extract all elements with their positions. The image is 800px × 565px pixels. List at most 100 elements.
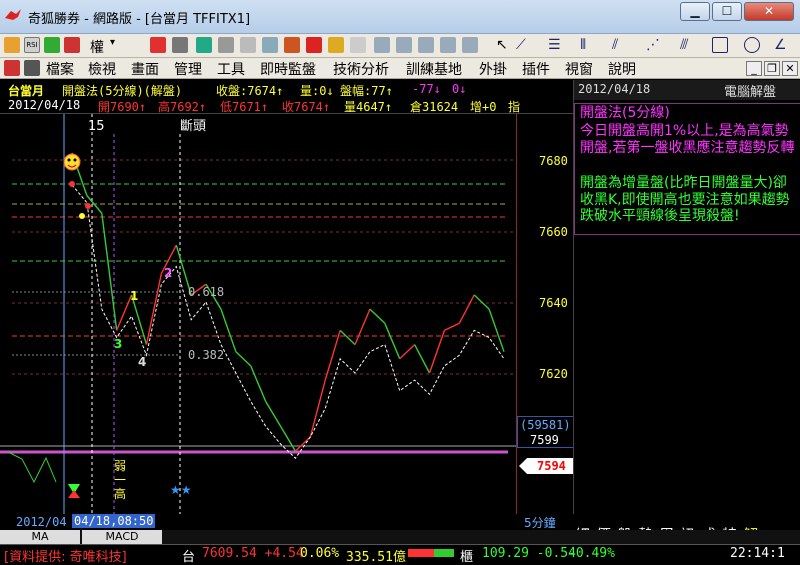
mode-selector[interactable]: 權 — [90, 37, 104, 57]
y-tick: 7660 — [539, 225, 568, 239]
fib-382-label: 0.382 — [188, 348, 224, 362]
indicator-tabs: MA MACD — [0, 530, 800, 544]
dropdown-arrow-icon[interactable]: ▾ — [110, 37, 126, 53]
maximize-button[interactable]: ☐ — [712, 2, 742, 21]
series-segment — [473, 294, 490, 310]
otc-pct: -0.49% — [568, 546, 615, 561]
menu-window[interactable]: 視窗 — [565, 59, 593, 79]
series-segment — [324, 330, 341, 381]
rsi-icon[interactable]: RSI — [24, 37, 40, 53]
book-icon[interactable] — [240, 37, 256, 53]
pencil-icon[interactable] — [328, 37, 344, 53]
doc-menu-icon[interactable] — [24, 60, 40, 76]
menu-file[interactable]: 檔案 — [46, 59, 74, 79]
wave-2-label: 2 — [164, 266, 172, 280]
menu-plugin[interactable]: 外掛 — [479, 59, 507, 79]
bar-oi-change: 增+0 — [470, 100, 497, 114]
menu-tools[interactable]: 工具 — [217, 59, 245, 79]
y-tick: 7620 — [539, 367, 568, 381]
cursor-time: 04/18,08:50 — [72, 514, 156, 528]
bar-tail: 指 — [508, 100, 521, 114]
red-dot-icon — [85, 203, 91, 209]
quote-info-bar: 台當月 開盤法(5分線)(解盤) 收盤:7674↑ 量:0↓ 盤幅:77↑ -7… — [0, 80, 573, 114]
alarm-icon[interactable] — [306, 37, 322, 53]
report-icon[interactable] — [196, 37, 212, 53]
change-summary: -77↓ — [412, 82, 441, 96]
data-source: [資料提供: 奇唯科技] — [4, 550, 127, 565]
channel-icon[interactable]: ⫻ — [680, 37, 696, 53]
bar-open: 開7690↑ — [98, 100, 147, 114]
series-segment — [309, 379, 326, 438]
series-line-prior — [7, 451, 57, 484]
break-label: 斷頭 — [180, 119, 206, 134]
chart-icon[interactable] — [150, 37, 166, 53]
menu-screen[interactable]: 畫面 — [131, 59, 159, 79]
sheet-icon[interactable] — [350, 37, 366, 53]
box-icon[interactable] — [262, 37, 278, 53]
series-segment — [279, 425, 297, 452]
app-menu-icon[interactable] — [4, 60, 20, 76]
index-pct: 0.06% — [300, 546, 340, 561]
bar-close: 收7674↑ — [282, 100, 331, 114]
bar-oi: 倉31624 — [410, 100, 459, 114]
menu-monitor[interactable]: 即時監盤 — [260, 59, 316, 79]
gear-icon[interactable] — [284, 37, 300, 53]
menu-bar: 檔案 檢視 畫面 管理 工具 即時監盤 技術分析 訓練基地 外掛 插件 視窗 說… — [0, 58, 800, 79]
vline-icon[interactable]: ⦀ — [580, 37, 596, 53]
mdi-close-button[interactable]: ✕ — [782, 61, 798, 76]
panel-header: 2012/04/18 電腦解盤 — [574, 80, 800, 100]
minimize-button[interactable]: ▁ — [680, 2, 710, 21]
menu-manage[interactable]: 管理 — [174, 59, 202, 79]
bar-low: 低7671↑ — [220, 100, 269, 114]
fib-icon[interactable]: ⋰ — [646, 37, 662, 53]
mdi-minimize-button[interactable]: _ — [746, 61, 762, 76]
cursor-icon[interactable]: ↖ — [496, 37, 512, 53]
fox-logo-icon — [5, 9, 21, 20]
panel-icon[interactable] — [396, 37, 412, 53]
menu-help[interactable]: 說明 — [608, 59, 636, 79]
layout-icon[interactable] — [440, 37, 456, 53]
image-icon[interactable] — [462, 37, 478, 53]
menu-analysis[interactable]: 技術分析 — [333, 59, 389, 79]
rectangle-icon[interactable] — [712, 37, 728, 53]
series-segment — [428, 330, 446, 374]
copy-icon[interactable] — [218, 37, 234, 53]
close-button[interactable]: ✕ — [744, 2, 794, 21]
hline-icon[interactable]: ☰ — [548, 37, 564, 53]
axis-date: 2012/04 — [16, 515, 67, 529]
message-box: 開盤法(5分線) 今日開盤高開1%以上,是為高氣勢開盤,若第一盤收黑應注意趨勢反… — [574, 103, 800, 235]
wave-4-label: 4 — [138, 355, 146, 369]
ellipse-icon[interactable] — [744, 37, 760, 53]
price-chart[interactable]: 15 斷頭 0.618 0.382 1 2 3 4 弱 一 高 ★★ — [0, 114, 573, 514]
glasses-icon[interactable] — [172, 37, 188, 53]
clock: 22:14:1 — [730, 546, 785, 561]
down-bar-icon — [434, 549, 454, 557]
smiley-icon — [63, 153, 81, 171]
window-title: 奇狐勝券 - 網路版 - [台當月 TFFITX1] — [28, 12, 251, 27]
fan-icon[interactable]: ⫽ — [612, 37, 628, 53]
panel-title: 電腦解盤 — [724, 85, 777, 100]
menu-view[interactable]: 檢視 — [88, 59, 116, 79]
home-icon[interactable] — [4, 37, 20, 53]
marker-15-label: 15 — [88, 119, 105, 134]
series-segment — [339, 329, 356, 346]
status-bar: [資料提供: 奇唯科技] 台 7609.54 +4.54 0.06% 335.5… — [0, 544, 800, 565]
move-icon[interactable] — [44, 37, 60, 53]
fib-618-label: 0.618 — [188, 285, 224, 299]
mdi-restore-button[interactable]: ❐ — [764, 61, 780, 76]
line-draw-icon[interactable]: ⟋ — [516, 37, 532, 53]
angle-icon[interactable]: ∠ — [774, 37, 790, 53]
tab-ma[interactable]: MA — [0, 530, 80, 544]
analysis-panel: 2012/04/18 電腦解盤 開盤法(5分線) 今日開盤高開1%以上,是為高氣… — [573, 80, 800, 514]
menu-addon[interactable]: 插件 — [522, 59, 550, 79]
link-icon[interactable] — [64, 37, 80, 53]
series-line-secondary — [71, 184, 505, 459]
tab-macd[interactable]: MACD — [82, 530, 162, 544]
grid-icon[interactable] — [374, 37, 390, 53]
window-icon[interactable] — [418, 37, 434, 53]
series-segment — [250, 365, 267, 402]
menu-training[interactable]: 訓練基地 — [406, 59, 462, 79]
panel-heading: 開盤法(5分線) — [580, 105, 670, 121]
weak-high-label-1: 弱 — [114, 459, 126, 473]
range-summary: 盤幅:77↑ — [340, 84, 393, 98]
